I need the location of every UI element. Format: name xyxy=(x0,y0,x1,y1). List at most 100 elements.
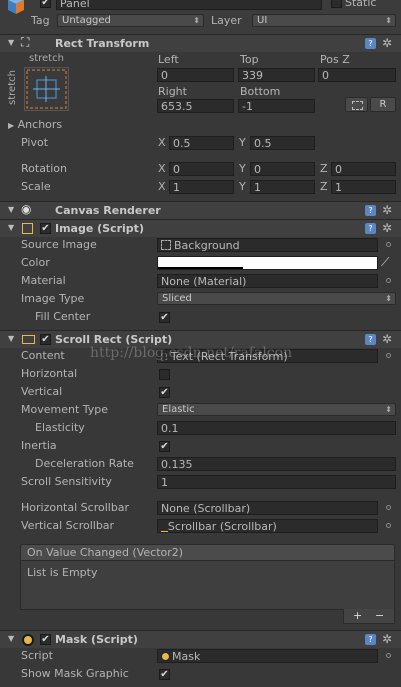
gear-icon[interactable]: ✲ xyxy=(382,203,392,217)
scale-x-field[interactable]: 1 xyxy=(169,180,234,194)
anchor-preset-label: stretch xyxy=(29,53,64,64)
gear-icon[interactable]: ✲ xyxy=(382,221,392,235)
deceleration-field[interactable]: 0.135 xyxy=(157,457,396,471)
help-icon[interactable]: ? xyxy=(365,205,376,216)
image-type-label: Image Type xyxy=(21,292,85,305)
scale-z-field[interactable]: 1 xyxy=(331,180,396,194)
fill-center-checkbox[interactable]: ✔ xyxy=(159,312,170,323)
object-picker-icon[interactable] xyxy=(386,505,391,510)
color-swatch[interactable] xyxy=(157,256,378,270)
rect-transform-icon: ⛶ xyxy=(21,35,30,49)
vertical-scrollbar-field[interactable]: ▁Scrollbar (Scrollbar) xyxy=(157,519,378,533)
image-type-value: Sliced xyxy=(162,293,192,304)
raw-edit-button[interactable]: R xyxy=(370,97,396,112)
help-icon[interactable]: ? xyxy=(365,334,376,345)
material-field[interactable]: None (Material) xyxy=(157,274,378,288)
gear-icon[interactable]: ✲ xyxy=(382,332,392,346)
layer-dropdown[interactable]: UI ⬍ xyxy=(252,14,396,27)
horizontal-checkbox[interactable] xyxy=(159,369,170,380)
source-image-label: Source Image xyxy=(21,238,97,251)
object-picker-icon[interactable] xyxy=(386,353,391,358)
chevron-down-icon: ⬍ xyxy=(385,294,392,303)
image-header[interactable]: ▼ ✔ Image (Script) ? ✲ xyxy=(0,219,401,237)
right-field[interactable]: 653.5 xyxy=(157,99,234,113)
rot-z-field[interactable]: 0 xyxy=(331,162,396,176)
fold-arrow-icon[interactable]: ▼ xyxy=(8,223,14,232)
pivot-y-field[interactable]: 0.5 xyxy=(250,136,315,150)
scale-label: Scale xyxy=(21,180,51,193)
scale-y-field[interactable]: 1 xyxy=(250,180,315,194)
pivot-x-field[interactable]: 0.5 xyxy=(169,136,234,150)
deceleration-label: Deceleration Rate xyxy=(35,457,134,470)
source-image-value: Background xyxy=(174,239,240,252)
horizontal-scrollbar-field[interactable]: None (Scrollbar) xyxy=(157,501,378,515)
add-event-button[interactable]: + xyxy=(353,609,362,622)
help-icon[interactable]: ? xyxy=(365,634,376,645)
fold-arrow-icon[interactable]: ▼ xyxy=(8,38,14,47)
color-label: Color xyxy=(21,256,50,269)
top-field[interactable]: 339 xyxy=(238,68,315,82)
chevron-down-icon: ⬍ xyxy=(385,16,392,25)
layer-value: UI xyxy=(257,15,268,26)
gameobject-header: ✔ Panel Static Tag Untagged ⬍ Layer UI ⬍ xyxy=(0,0,401,34)
script-field[interactable]: Mask xyxy=(157,649,378,663)
scroll-rect-enabled-checkbox[interactable]: ✔ xyxy=(40,334,51,345)
remove-event-button[interactable]: − xyxy=(375,609,384,622)
scale-y-label: Y xyxy=(239,180,246,193)
eyedropper-icon[interactable]: ⟋ xyxy=(381,255,389,270)
script-label: Script xyxy=(21,649,53,662)
scroll-sensitivity-label: Scroll Sensitivity xyxy=(21,475,112,488)
event-header: On Value Changed (Vector2) xyxy=(20,544,395,561)
image-enabled-checkbox[interactable]: ✔ xyxy=(40,223,51,234)
object-picker-icon[interactable] xyxy=(386,653,391,658)
image-type-dropdown[interactable]: Sliced ⬍ xyxy=(157,292,396,305)
fold-arrow-icon[interactable]: ▼ xyxy=(8,334,14,343)
rot-x-field[interactable]: 0 xyxy=(169,162,234,176)
object-name-field[interactable]: Panel xyxy=(56,0,322,10)
tag-dropdown[interactable]: Untagged ⬍ xyxy=(57,14,204,27)
bottom-field[interactable]: -1 xyxy=(238,99,315,113)
active-checkbox[interactable]: ✔ xyxy=(40,0,51,8)
rect-transform-header[interactable]: ▼ ⛶ Rect Transform ? ✲ xyxy=(0,34,401,52)
right-label: Right xyxy=(158,85,187,98)
chevron-down-icon: ⬍ xyxy=(193,16,200,25)
scroll-sensitivity-field[interactable]: 1 xyxy=(157,475,396,489)
inertia-checkbox[interactable]: ✔ xyxy=(159,441,170,452)
mask-header[interactable]: ▼ ✔ Mask (Script) ? ✲ xyxy=(0,630,401,648)
gear-icon[interactable]: ✲ xyxy=(382,632,392,646)
eye-icon: ◉ xyxy=(21,202,32,216)
fold-arrow-icon[interactable]: ▼ xyxy=(8,205,14,214)
mask-component-icon xyxy=(22,634,34,646)
scale-z-label: Z xyxy=(320,180,328,193)
mask-enabled-checkbox[interactable]: ✔ xyxy=(40,634,51,645)
anchor-preset-button[interactable] xyxy=(24,67,69,111)
anchors-label: Anchors xyxy=(17,118,63,131)
elasticity-field[interactable]: 0.1 xyxy=(157,421,396,435)
object-picker-icon[interactable] xyxy=(386,523,391,528)
movement-type-dropdown[interactable]: Elastic ⬍ xyxy=(157,403,396,416)
help-icon[interactable]: ? xyxy=(365,38,376,49)
canvas-renderer-header[interactable]: ▼ ◉ Canvas Renderer ? ✲ xyxy=(0,201,401,219)
tag-label: Tag xyxy=(31,14,50,27)
vertical-scrollbar-value: Scrollbar (Scrollbar) xyxy=(167,520,277,533)
object-picker-icon[interactable] xyxy=(386,278,391,283)
anchor-preset-icon xyxy=(26,69,67,109)
rot-y-field[interactable]: 0 xyxy=(250,162,315,176)
vertical-checkbox[interactable]: ✔ xyxy=(159,387,170,398)
fold-arrow-icon[interactable]: ▼ xyxy=(8,634,14,643)
tag-value: Untagged xyxy=(62,15,111,26)
fold-arrow-icon: ▶ xyxy=(8,121,15,130)
left-field[interactable]: 0 xyxy=(157,68,234,82)
posz-field[interactable]: 0 xyxy=(318,68,396,82)
blueprint-button[interactable] xyxy=(345,97,368,112)
help-icon[interactable]: ? xyxy=(365,223,376,234)
static-checkbox[interactable] xyxy=(331,0,342,8)
object-picker-icon[interactable] xyxy=(386,242,391,247)
anchors-foldout[interactable]: ▶ Anchors xyxy=(8,118,62,131)
show-mask-graphic-checkbox[interactable]: ✔ xyxy=(159,669,170,680)
vertical-scrollbar-label: Vertical Scrollbar xyxy=(21,519,115,532)
gear-icon[interactable]: ✲ xyxy=(382,36,392,50)
source-image-field[interactable]: Background xyxy=(157,238,378,252)
scale-x-label: X xyxy=(158,180,166,193)
script-value: Mask xyxy=(172,650,201,663)
